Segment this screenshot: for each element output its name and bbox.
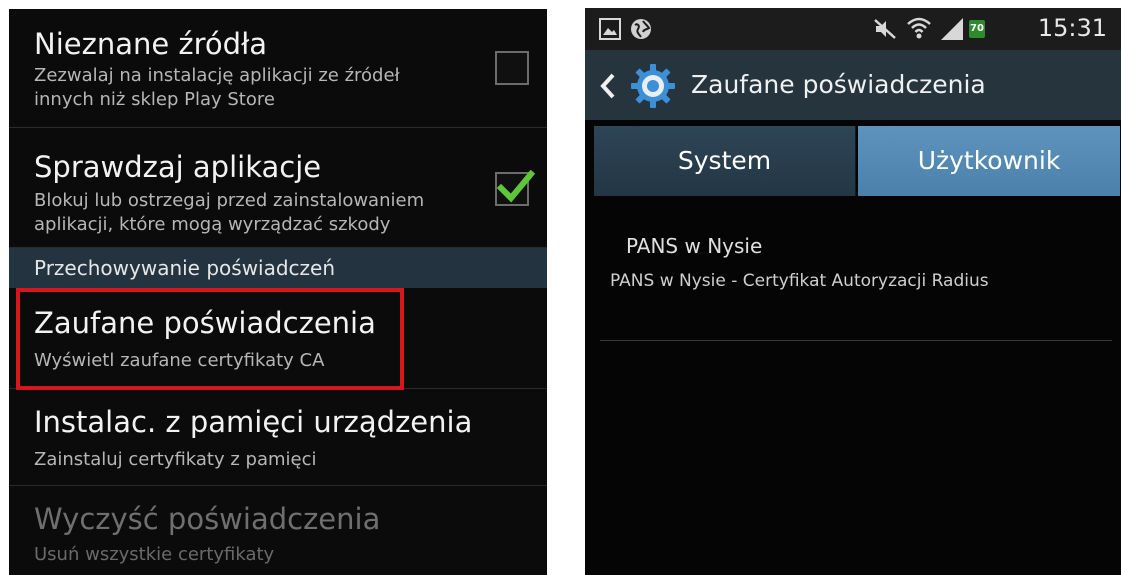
certificate-description: PANS w Nysie - Certyfikat Autoryzacji Ra… — [610, 271, 989, 291]
checkmark-icon — [496, 169, 536, 203]
verify-apps-title: Sprawdzaj aplikacje — [34, 150, 322, 184]
mute-icon — [874, 19, 896, 39]
trusted-credentials-title: Zaufane poświadczenia — [34, 306, 376, 340]
screen-title: Zaufane poświadczenia — [691, 70, 986, 99]
signal-icon — [941, 18, 963, 40]
settings-gear-icon — [631, 64, 675, 108]
status-bar: 70 15:31 — [585, 8, 1121, 50]
credential-storage-section-header: Przechowywanie poświadczeń — [9, 248, 547, 288]
trusted-credentials-row[interactable]: Zaufane poświadczenia Wyświetl zaufane c… — [9, 288, 547, 389]
certificate-name: PANS w Nysie — [626, 234, 763, 258]
unknown-sources-checkbox[interactable] — [495, 51, 529, 85]
unknown-sources-sub-line1: Zezwalaj na instalację aplikacji ze źród… — [34, 65, 400, 86]
unknown-sources-title: Nieznane źródła — [34, 27, 268, 61]
install-from-storage-sub: Zainstaluj certyfikaty z pamięci — [34, 449, 317, 470]
wifi-icon — [907, 17, 931, 39]
install-from-storage-row[interactable]: Instalac. z pamięci urządzenia Zainstalu… — [9, 389, 547, 486]
security-settings-screen: Nieznane źródła Zezwalaj na instalację a… — [9, 9, 547, 575]
clear-credentials-row: Wyczyść poświadczenia Usuń wszystkie cer… — [9, 486, 547, 575]
unknown-sources-sub-line2: innych niż sklep Play Store — [34, 89, 275, 110]
canvas: Nieznane źródła Zezwalaj na instalację a… — [0, 0, 1122, 575]
globe-icon — [631, 19, 651, 39]
gallery-icon — [599, 18, 621, 40]
clock: 15:31 — [1037, 14, 1107, 42]
tab-bar: System Użytkownik — [594, 126, 1120, 196]
unknown-sources-row[interactable]: Nieznane źródła Zezwalaj na instalację a… — [9, 9, 547, 128]
tab-system[interactable]: System — [594, 126, 856, 196]
trusted-credentials-sub: Wyświetl zaufane certyfikaty CA — [34, 350, 325, 371]
install-from-storage-title: Instalac. z pamięci urządzenia — [34, 405, 473, 439]
section-header-label: Przechowywanie poświadczeń — [34, 256, 336, 280]
verify-apps-row[interactable]: Sprawdzaj aplikacje Blokuj lub ostrzegaj… — [9, 128, 547, 248]
battery-icon: 70 — [969, 20, 985, 38]
back-chevron-icon[interactable] — [599, 72, 617, 100]
certificate-list-item[interactable]: PANS w Nysie PANS w Nysie - Certyfikat A… — [600, 228, 1112, 341]
clear-credentials-title: Wyczyść poświadczenia — [34, 502, 381, 536]
verify-apps-sub-line1: Blokuj lub ostrzegaj przed zainstalowani… — [34, 190, 425, 211]
verify-apps-checkbox[interactable] — [495, 169, 536, 206]
tab-user[interactable]: Użytkownik — [858, 126, 1120, 196]
clear-credentials-sub: Usuń wszystkie certyfikaty — [34, 544, 275, 565]
trusted-credentials-screen: 70 15:31 Zaufane poświadczenia System Uż… — [585, 8, 1121, 575]
verify-apps-sub-line2: aplikacji, które mogą wyrządzać szkody — [34, 214, 391, 235]
action-bar: Zaufane poświadczenia — [585, 50, 1121, 120]
